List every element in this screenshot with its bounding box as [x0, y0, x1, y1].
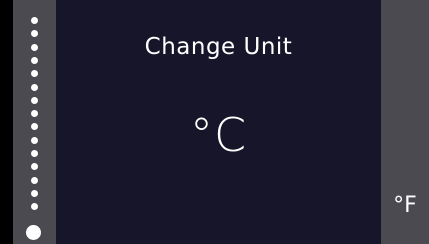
current-unit-value: °C — [189, 108, 248, 162]
page-dot — [31, 189, 38, 197]
page-dot — [31, 110, 38, 118]
next-unit-value: °F — [393, 193, 417, 218]
page-dot — [31, 123, 38, 131]
page-dot — [31, 30, 38, 38]
page-dot — [31, 43, 38, 51]
settings-screen: Change Unit °C °F — [0, 0, 429, 244]
page-dot — [31, 83, 38, 91]
page-indicator-rail — [13, 0, 56, 244]
page-dot-active — [26, 224, 41, 240]
page-dot — [31, 176, 38, 184]
page-dot — [31, 203, 38, 211]
page-dot — [31, 96, 38, 104]
page-indicator-dots — [13, 0, 56, 244]
page-dot — [31, 56, 38, 64]
current-option-panel[interactable]: Change Unit °C — [56, 0, 381, 244]
page-dot — [31, 150, 38, 157]
page-dot — [31, 163, 38, 171]
page-dot — [31, 136, 38, 144]
next-option-panel[interactable]: °F — [381, 0, 429, 244]
page-dot — [31, 17, 38, 24]
screen-title: Change Unit — [144, 34, 293, 60]
page-dot — [31, 70, 38, 78]
